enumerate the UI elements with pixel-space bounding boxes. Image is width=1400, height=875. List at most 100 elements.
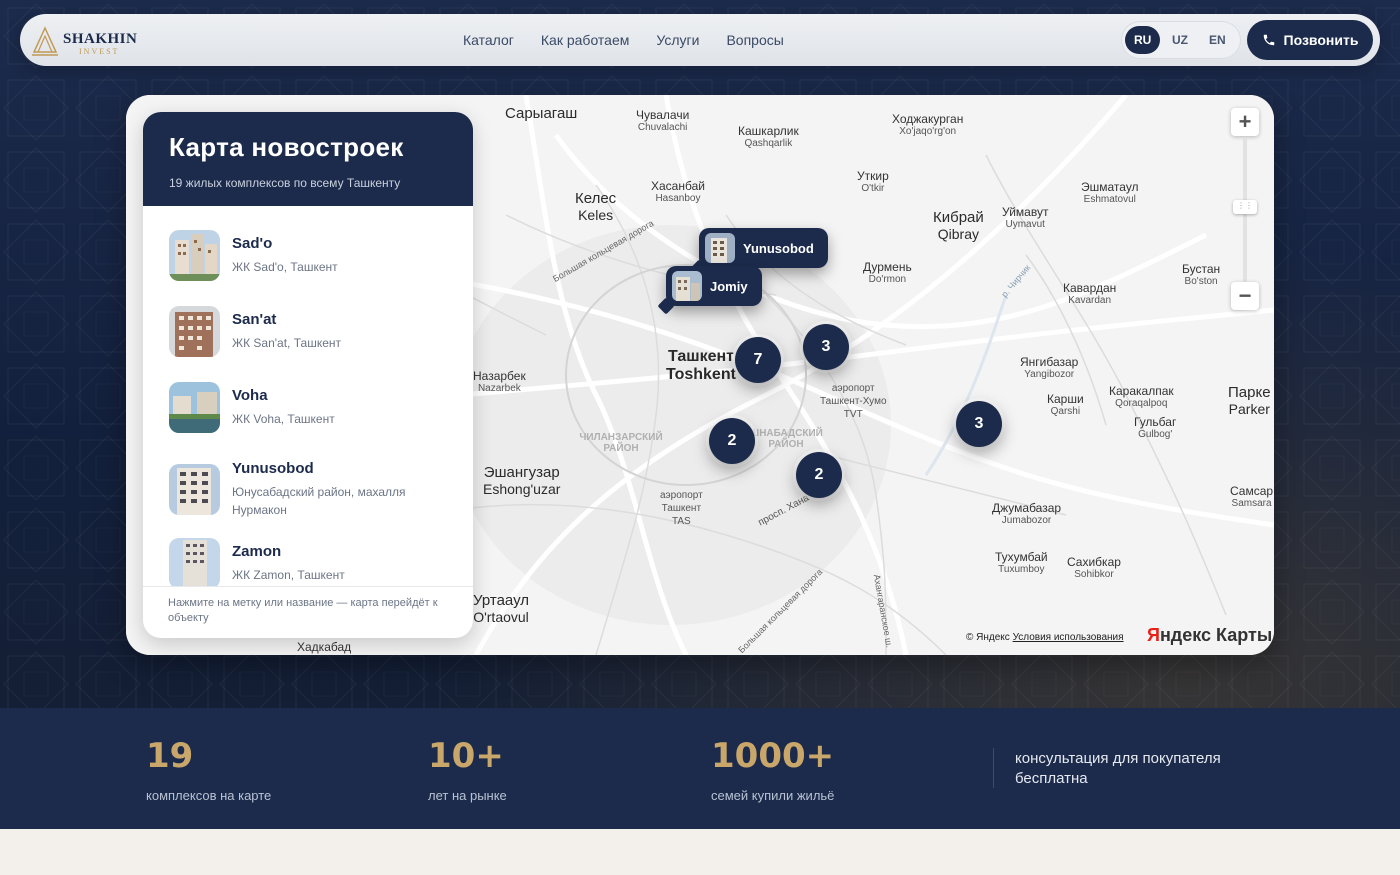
map-place: Кибрай Qibray <box>933 209 984 242</box>
stat-families: 1000+ семей купили жильё <box>711 736 834 803</box>
call-button-label: Позвонить <box>1283 32 1359 48</box>
map-place: Хадкабад <box>297 640 352 654</box>
map-place: Назарбек Nazarbek <box>473 369 526 394</box>
map-place: Эшматаул Eshmatovul <box>1081 180 1139 205</box>
nav-catalog[interactable]: Каталог <box>463 32 514 48</box>
hero-section: SHAKHIN INVEST Каталог Как работаем Услу… <box>0 0 1400 708</box>
logo-mark-icon <box>32 26 58 56</box>
map-place: Парке Parker <box>1228 384 1271 417</box>
stat-label: семей купили жильё <box>711 788 835 803</box>
map-copyright: © Яндекс Условия использования <box>966 632 1124 643</box>
map-place: Уртааул O'rtaovul <box>473 592 530 625</box>
complex-address: ЖК Voha, Ташкент <box>232 412 335 426</box>
nav-services[interactable]: Услуги <box>656 32 699 48</box>
map-cluster[interactable]: 3 <box>956 401 1002 447</box>
phone-icon <box>1263 34 1274 46</box>
complex-name: Sad'o <box>232 235 273 252</box>
complex-thumbnail <box>169 306 220 357</box>
map-place: Уймавут Uymavut <box>1002 205 1049 230</box>
pin-thumbnail <box>705 233 735 263</box>
map-place: Бустан Bo'ston <box>1182 262 1221 287</box>
complex-address: ЖК San'at, Ташкент <box>232 336 341 350</box>
stats-divider <box>993 748 994 788</box>
map-place: Хасанбай Hasanboy <box>651 179 705 204</box>
map-place: Карши Qarshi <box>1047 392 1084 417</box>
stat-years: 10+ лет на рынке <box>428 736 507 803</box>
map-pin-jomiy[interactable]: Jomiy <box>666 266 762 306</box>
zoom-in-button[interactable]: + <box>1231 108 1259 136</box>
map-place: Джумабазар Jumabozor <box>992 501 1062 526</box>
stats-bar: 19 комплексов на карте 10+ лет на рынке … <box>0 708 1400 829</box>
map-place: Тухумбай Tuxumboy <box>995 550 1048 575</box>
pin-label: Jomiy <box>710 278 748 294</box>
complex-address: Юнусабадский район, махалля Нурмакон <box>232 485 406 517</box>
map-container[interactable]: Сарыагаш Чувалачи Chuvalachi Кашкарлик Qas… <box>126 95 1274 655</box>
complex-thumbnail <box>169 382 220 433</box>
map-place: аэропорт Ташкент-Хумо TVT <box>820 383 887 420</box>
stat-number: 10+ <box>428 736 504 776</box>
yandex-maps-logo[interactable]: Яндекс Карты <box>1147 625 1272 646</box>
stat-note: консультация для покупателя бесплатна <box>1015 750 1221 787</box>
complex-list-panel: Карта новостроек 19 жилых комплексов по … <box>143 112 473 638</box>
complex-list: Sad'o ЖК Sad'o, Ташкент San'at ЖК San'at… <box>143 206 473 586</box>
map-place: Кавардан Kavardan <box>1063 281 1117 306</box>
logo-text: SHAKHIN <box>63 31 138 47</box>
complex-thumbnail <box>169 230 220 281</box>
map-place: Кашкарлик Qashqarlik <box>738 124 799 149</box>
map-cluster[interactable]: 2 <box>796 452 842 498</box>
zoom-control: + ⋮⋮ − <box>1231 108 1259 312</box>
pin-thumbnail <box>672 271 702 301</box>
map-place: Янгибазар Yangibozor <box>1020 355 1079 380</box>
lang-uz[interactable]: UZ <box>1162 26 1197 54</box>
complex-name: San'at <box>232 311 277 328</box>
zoom-out-button[interactable]: − <box>1231 282 1259 310</box>
language-switcher: RU UZ EN <box>1121 21 1241 59</box>
nav-how-we-work[interactable]: Как работаем <box>541 32 629 48</box>
list-item[interactable]: Voha ЖК Voha, Ташкент <box>169 382 452 433</box>
list-item[interactable]: Yunusobod Юнусабадский район, махалля Ну… <box>169 460 452 519</box>
lang-ru[interactable]: RU <box>1125 26 1161 54</box>
map-cluster[interactable]: 2 <box>709 418 755 464</box>
header-bar: SHAKHIN INVEST Каталог Как работаем Услу… <box>20 14 1380 66</box>
panel-subtitle: 19 жилых комплексов по всему Ташкенту <box>169 176 401 190</box>
map-place: Келес Keles <box>575 190 617 223</box>
list-item[interactable]: Zamon ЖК Zamon, Ташкент <box>169 538 452 586</box>
stat-label: комплексов на карте <box>146 788 272 803</box>
call-button[interactable]: Позвонить <box>1247 20 1373 60</box>
map-cluster[interactable]: 7 <box>735 337 781 383</box>
logo[interactable]: SHAKHIN INVEST <box>30 22 160 58</box>
pin-label: Yunusobod <box>743 240 814 256</box>
nav-questions[interactable]: Вопросы <box>726 32 783 48</box>
map-place: Чувалачи Chuvalachi <box>636 108 690 133</box>
map-place: Ходжакурган Xo'jaqo'rg'on <box>892 112 964 137</box>
complex-name: Yunusobod <box>232 460 314 477</box>
map-cluster[interactable]: 3 <box>803 324 849 370</box>
complex-address: ЖК Zamon, Ташкент <box>232 568 345 582</box>
complex-address: ЖК Sad'o, Ташкент <box>232 260 338 274</box>
stat-complexes: 19 комплексов на карте <box>146 736 271 803</box>
map-place: Каракалпак Qoraqalpoq <box>1109 384 1174 409</box>
complex-thumbnail <box>169 538 220 586</box>
panel-title: Карта новостроек <box>169 132 404 162</box>
map-pin-yunusobod[interactable]: Yunusobod <box>699 228 828 268</box>
zoom-slider-handle[interactable]: ⋮⋮ <box>1233 200 1257 214</box>
terms-link[interactable]: Условия использования <box>1013 632 1124 643</box>
map-city-label: Ташкент Toshkent <box>666 348 736 383</box>
lang-en[interactable]: EN <box>1200 26 1235 54</box>
map-district-label: ЧИЛАНЗАРСКИЙ РАЙОН <box>579 432 663 454</box>
stat-number: 19 <box>146 736 194 776</box>
complex-thumbnail <box>169 464 220 515</box>
map-place: Сарыагаш <box>505 105 578 122</box>
main-nav: Каталог Как работаем Услуги Вопросы <box>463 14 784 66</box>
map-place: Дурмень Do'rmon <box>863 260 912 285</box>
complex-name: Zamon <box>232 543 282 560</box>
stat-number: 1000+ <box>711 736 835 776</box>
list-item[interactable]: Sad'o ЖК Sad'o, Ташкент <box>169 230 452 281</box>
list-item[interactable]: San'at ЖК San'at, Ташкент <box>169 306 452 357</box>
logo-subtext: INVEST <box>79 47 120 56</box>
complex-name: Voha <box>232 387 268 404</box>
map-place: Самсар Samsara <box>1230 484 1274 509</box>
panel-hint: Нажмите на метку или название — карта пе… <box>143 586 473 638</box>
map-place: Эшангузар Eshong'uzar <box>483 464 561 497</box>
map-place: Гульбаг Gulbog' <box>1134 415 1177 440</box>
